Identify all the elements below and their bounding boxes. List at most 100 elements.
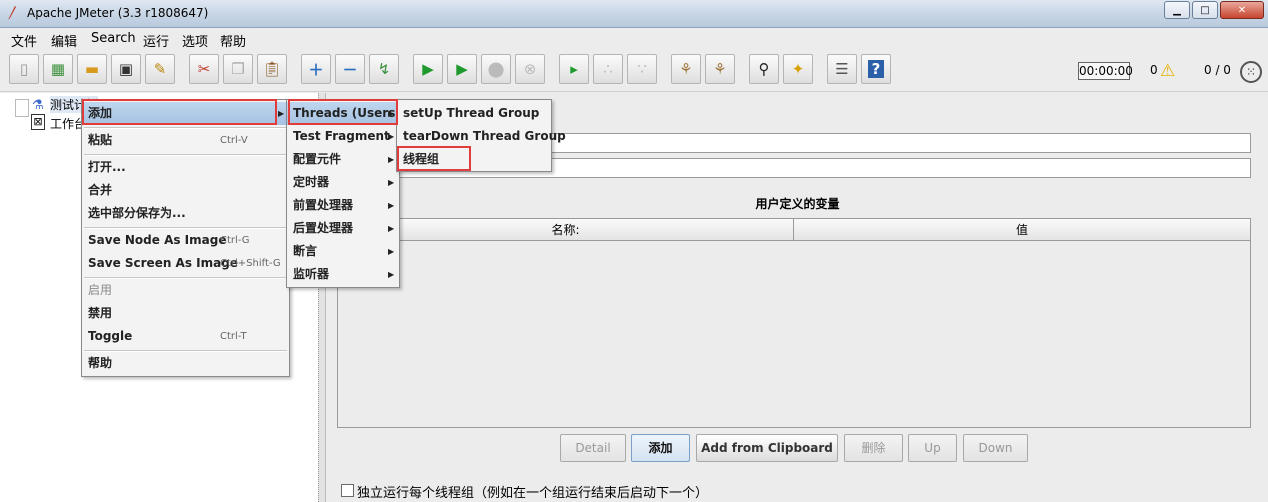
- toolbar: ▯ ▦ ▬ ▣ ✎ ✂ ❐ 📋︎ ＋ － ↯ ▶ ▶ ⬤ ⊗ ▸ ∴ ∵ ⚘ ⚘…: [0, 50, 1268, 92]
- submenu-item-threads-users[interactable]: Threads (Users) ▶: [287, 102, 401, 125]
- tree-expander-icon[interactable]: [15, 99, 29, 117]
- save-screen-shortcut: Ctrl+Shift-G: [220, 258, 281, 269]
- submenu-item-test-fragment[interactable]: Test Fragment ▶: [287, 125, 399, 148]
- submenu-arrow-icon: ▶: [388, 247, 395, 256]
- close-button[interactable]: ✕: [1220, 1, 1264, 19]
- submenu-arrow-icon: ▶: [388, 132, 395, 141]
- save-node-shortcut: Ctrl-G: [220, 235, 250, 246]
- pre-processor-label: 前置处理器: [293, 198, 354, 212]
- submenu-item-teardown-thread-group[interactable]: tearDown Thread Group: [397, 125, 566, 148]
- menu-item-save-screen-as-image[interactable]: Save Screen As Image Ctrl+Shift-G: [82, 252, 289, 275]
- menu-item-enable[interactable]: 启用: [82, 279, 289, 302]
- menu-item-merge[interactable]: 合并: [82, 179, 289, 202]
- menu-file[interactable]: 文件: [11, 31, 37, 50]
- up-button[interactable]: Up: [908, 434, 957, 462]
- save-screen-as-image-label: Save Screen As Image: [88, 256, 238, 270]
- context-menu: 添加 ▶ 粘贴 Ctrl-V 打开... 合并 选中部分保存为... Save …: [81, 99, 290, 377]
- delete-button[interactable]: 删除: [844, 434, 903, 462]
- submenu-arrow-icon: ▶: [388, 155, 395, 164]
- remote-globe-icon[interactable]: ⁙: [1240, 61, 1262, 83]
- add-submenu: Threads (Users) ▶ Test Fragment ▶ 配置元件 ▶…: [286, 99, 401, 288]
- submenu-item-listener[interactable]: 监听器 ▶: [287, 263, 399, 286]
- submenu-item-thread-group[interactable]: 线程组: [397, 148, 551, 171]
- templates-icon[interactable]: ▦: [43, 54, 73, 84]
- save-as-icon[interactable]: ✎: [145, 54, 175, 84]
- menu-item-toggle[interactable]: Toggle Ctrl-T: [82, 325, 289, 348]
- menu-item-paste-label: 粘贴: [88, 133, 113, 147]
- menu-run[interactable]: 运行: [143, 31, 169, 50]
- submenu-item-assertion[interactable]: 断言 ▶: [287, 240, 399, 263]
- menu-item-open[interactable]: 打开...: [82, 156, 289, 179]
- open-icon[interactable]: ▬: [77, 54, 107, 84]
- menu-item-disable[interactable]: 禁用: [82, 302, 289, 325]
- detail-button[interactable]: Detail: [560, 434, 626, 462]
- copy-icon[interactable]: ❐: [223, 54, 253, 84]
- stop-icon[interactable]: ⬤: [481, 54, 511, 84]
- cut-icon[interactable]: ✂: [189, 54, 219, 84]
- paste-shortcut: Ctrl-V: [220, 135, 248, 146]
- test-fragment-label: Test Fragment: [293, 129, 390, 143]
- start-no-pause-icon[interactable]: ▶: [447, 54, 477, 84]
- remote-shutdown-icon[interactable]: ∵: [627, 54, 657, 84]
- menu-search[interactable]: Search: [91, 31, 136, 46]
- toggle-shortcut: Ctrl-T: [220, 331, 247, 342]
- menu-item-help[interactable]: 帮助: [82, 352, 289, 375]
- menu-item-save-selection-as[interactable]: 选中部分保存为...: [82, 202, 289, 225]
- collapse-icon[interactable]: －: [335, 54, 365, 84]
- submenu-arrow-icon: ▶: [388, 201, 395, 210]
- expand-icon[interactable]: ＋: [301, 54, 331, 84]
- threads-users-label: Threads (Users): [293, 106, 401, 120]
- timer-label: 定时器: [293, 175, 330, 189]
- remote-start-icon[interactable]: ▸: [559, 54, 589, 84]
- add-button[interactable]: 添加: [631, 434, 690, 462]
- toggle-icon[interactable]: ↯: [369, 54, 399, 84]
- submenu-item-pre-processor[interactable]: 前置处理器 ▶: [287, 194, 399, 217]
- save-node-as-image-label: Save Node As Image: [88, 233, 227, 247]
- clear-all-icon[interactable]: ⚘: [705, 54, 735, 84]
- elapsed-timer: 00:00:00: [1078, 62, 1133, 80]
- maximize-button[interactable]: □: [1192, 1, 1218, 19]
- menu-edit[interactable]: 编辑: [51, 31, 77, 50]
- submenu-item-post-processor[interactable]: 后置处理器 ▶: [287, 217, 399, 240]
- save-icon[interactable]: ▣: [111, 54, 141, 84]
- threads-submenu: setUp Thread Group tearDown Thread Group…: [396, 99, 566, 172]
- new-icon[interactable]: ▯: [9, 54, 39, 84]
- menu-item-paste[interactable]: 粘贴 Ctrl-V: [82, 129, 289, 152]
- remote-stop-icon[interactable]: ∴: [593, 54, 623, 84]
- workbench-icon: ⊠: [31, 114, 45, 130]
- submenu-arrow-icon: ▶: [278, 109, 285, 118]
- minimize-button[interactable]: ▁: [1164, 1, 1190, 19]
- column-name[interactable]: 名称:: [338, 219, 794, 241]
- menu-item-add[interactable]: 添加 ▶: [82, 102, 289, 125]
- warning-icon[interactable]: ⚠: [1160, 61, 1175, 81]
- shutdown-icon[interactable]: ⊗: [515, 54, 545, 84]
- paste-icon[interactable]: 📋︎: [257, 54, 287, 84]
- submenu-item-config-element[interactable]: 配置元件 ▶: [287, 148, 399, 171]
- window-title: Apache JMeter (3.3 r1808647): [27, 6, 209, 20]
- function-helper-icon[interactable]: ☰: [827, 54, 857, 84]
- menu-help[interactable]: 帮助: [220, 31, 246, 50]
- help-icon[interactable]: ?: [861, 54, 891, 84]
- search-icon[interactable]: ⚲: [749, 54, 779, 84]
- active-threads: 0 / 0: [1204, 63, 1231, 77]
- submenu-item-timer[interactable]: 定时器 ▶: [287, 171, 399, 194]
- config-element-label: 配置元件: [293, 152, 342, 166]
- udv-title: 用户定义的变量: [755, 197, 840, 211]
- udv-table[interactable]: 名称: 值: [337, 218, 1251, 428]
- column-value[interactable]: 值: [794, 219, 1250, 241]
- down-button[interactable]: Down: [963, 434, 1028, 462]
- submenu-item-setup-thread-group[interactable]: setUp Thread Group: [397, 102, 551, 125]
- menu-options[interactable]: 选项: [182, 31, 208, 50]
- toggle-label: Toggle: [88, 329, 133, 343]
- listener-label: 监听器: [293, 267, 330, 281]
- start-icon[interactable]: ▶: [413, 54, 443, 84]
- title-bar: Apache JMeter (3.3 r1808647) ▁ □ ✕: [0, 0, 1268, 28]
- submenu-arrow-icon: ▶: [388, 270, 395, 279]
- menu-item-save-node-as-image[interactable]: Save Node As Image Ctrl-G: [82, 229, 289, 252]
- run-thread-groups-consecutively-checkbox[interactable]: [341, 484, 354, 497]
- menu-bar: 文件 编辑 Search 运行 选项 帮助: [0, 28, 1268, 50]
- jmeter-feather-icon: [8, 6, 16, 20]
- reset-search-icon[interactable]: ✦: [783, 54, 813, 84]
- add-from-clipboard-button[interactable]: Add from Clipboard: [696, 434, 838, 462]
- clear-icon[interactable]: ⚘: [671, 54, 701, 84]
